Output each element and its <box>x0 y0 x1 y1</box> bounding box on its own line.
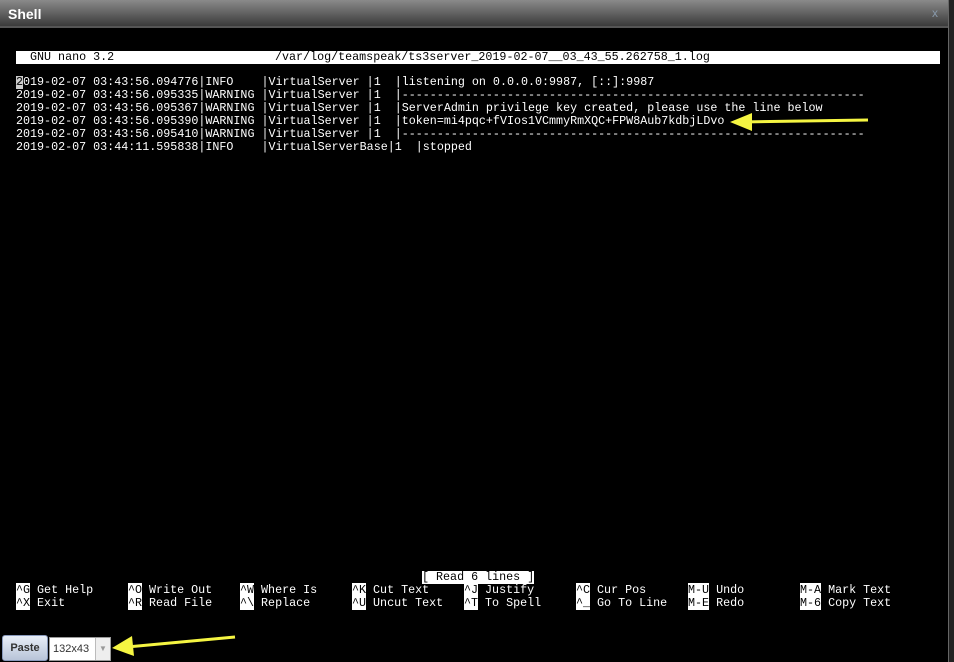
shortcut-key: ^T <box>464 596 479 610</box>
shortcut-item: ^U Uncut Text <box>352 596 444 610</box>
shortcut-label: Cut Text <box>373 583 430 597</box>
shortcut-key: M-A <box>800 583 822 597</box>
shortcut-item: ^\ Replace <box>240 596 311 610</box>
shortcut-key: ^G <box>16 583 31 597</box>
close-button[interactable]: x <box>932 6 938 20</box>
shortcut-label: Get Help <box>37 583 94 597</box>
shortcut-key: ^_ <box>576 596 591 610</box>
shortcut-item: ^R Read File <box>128 596 213 610</box>
terminal-size-value: 132x43 <box>53 643 90 655</box>
shortcut-key: ^C <box>576 583 591 597</box>
log-line: 2019-02-07 03:44:11.595838|INFO |Virtual… <box>16 140 472 154</box>
shortcut-label: Copy Text <box>828 596 892 610</box>
scrollbar[interactable] <box>948 0 954 662</box>
shortcut-item: ^X Exit <box>16 596 66 610</box>
nano-filename: /var/log/teamspeak/ts3server_2019-02-07_… <box>275 50 710 64</box>
shortcut-key: ^O <box>128 583 143 597</box>
window-title: Shell <box>8 6 42 22</box>
shortcut-key: ^K <box>352 583 367 597</box>
paste-button[interactable]: Paste <box>2 635 48 661</box>
shortcut-key: ^R <box>128 596 143 610</box>
shortcut-item: M-E Redo <box>688 596 745 610</box>
shortcut-key: ^X <box>16 596 31 610</box>
shortcut-label: Go To Line <box>597 596 668 610</box>
shortcut-label: Write Out <box>149 583 213 597</box>
shortcut-key: ^J <box>464 583 479 597</box>
shortcut-label: Where Is <box>261 583 318 597</box>
shortcut-item: M-6 Copy Text <box>800 596 892 610</box>
shortcut-label: Mark Text <box>828 583 892 597</box>
shortcut-key: M-6 <box>800 596 822 610</box>
shortcut-item: ^T To Spell <box>464 596 542 610</box>
shortcut-key: M-E <box>688 596 710 610</box>
shortcut-label: Read File <box>149 596 213 610</box>
shortcut-label: Justify <box>485 583 535 597</box>
shortcut-label: Cur Pos <box>597 583 647 597</box>
shortcut-label: To Spell <box>485 596 542 610</box>
shortcut-key: ^\ <box>240 596 255 610</box>
shortcut-key: M-U <box>688 583 710 597</box>
arrow-annotation-size <box>112 635 236 656</box>
shortcut-key: ^W <box>240 583 255 597</box>
nano-header: GNU nano 3.2 /var/log/teamspeak/ts3serve… <box>16 51 940 64</box>
shortcut-label: Undo <box>716 583 745 597</box>
terminal-size-select[interactable]: 132x43 ▼ <box>49 637 111 661</box>
arrow-annotation-token <box>730 113 869 131</box>
shortcut-label: Uncut Text <box>373 596 444 610</box>
shortcut-key: ^U <box>352 596 367 610</box>
shortcut-item: ^_ Go To Line <box>576 596 668 610</box>
shortcut-label: Exit <box>37 596 66 610</box>
shortcut-label: Redo <box>716 596 745 610</box>
nano-version: GNU nano 3.2 <box>30 50 115 64</box>
shortcut-label: Replace <box>261 596 311 610</box>
window-titlebar: Shell x <box>0 0 948 28</box>
text-cursor <box>16 76 23 89</box>
chevron-down-icon[interactable]: ▼ <box>95 638 110 660</box>
